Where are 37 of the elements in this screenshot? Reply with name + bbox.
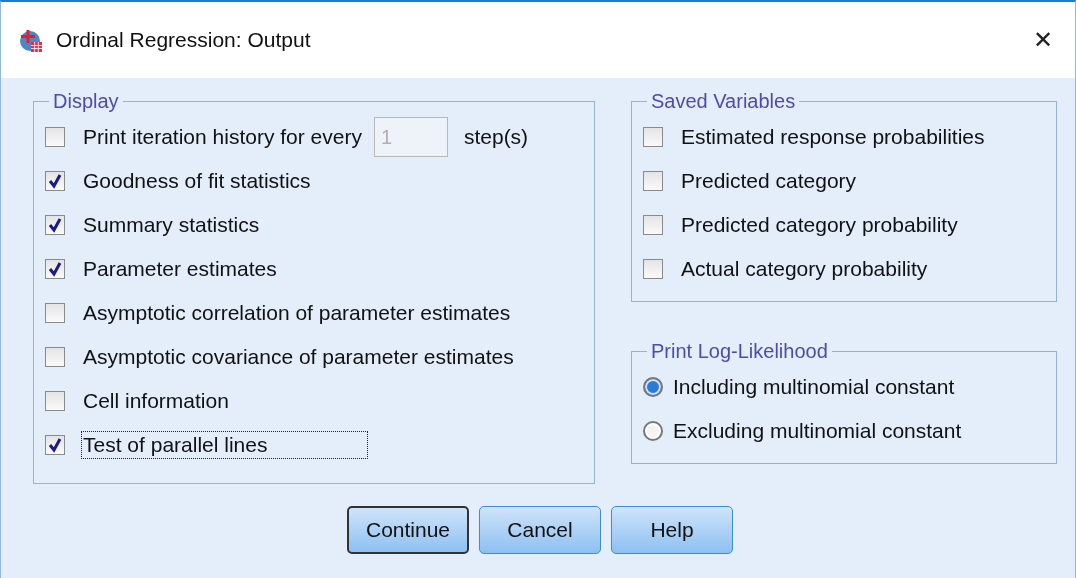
- window-title: Ordinal Regression: Output: [56, 28, 312, 52]
- checkbox[interactable]: [45, 259, 65, 279]
- checkbox[interactable]: [643, 215, 663, 235]
- group-title: Print Log-Likelihood: [650, 340, 829, 363]
- option-label: Estimated response probabilities: [680, 124, 986, 150]
- group-title: Display: [52, 90, 120, 113]
- dialog-button[interactable]: Help: [611, 506, 733, 554]
- checkbox[interactable]: [45, 347, 65, 367]
- option-label: Parameter estimates: [82, 256, 278, 282]
- checkbox[interactable]: [643, 171, 663, 191]
- option-label: Goodness of fit statistics: [82, 168, 312, 194]
- group-title: Saved Variables: [650, 90, 797, 113]
- app-icon: [18, 27, 44, 53]
- option-label: Asymptotic covariance of parameter estimates: [82, 344, 515, 370]
- option-label: Predicted category: [680, 168, 858, 194]
- option-label: Asymptotic correlation of parameter estimates: [82, 300, 512, 326]
- option-label: Including multinomial constant: [672, 374, 956, 400]
- checkbox[interactable]: [643, 127, 663, 147]
- option-label: Cell information: [82, 388, 230, 414]
- checkbox[interactable]: [643, 259, 663, 279]
- option-label: Test of parallel lines: [81, 431, 369, 459]
- radio-button[interactable]: [643, 421, 663, 441]
- radio-button[interactable]: [643, 377, 663, 397]
- option-label: Actual category probability: [680, 256, 929, 282]
- dialog-button[interactable]: Cancel: [479, 506, 601, 554]
- checkbox[interactable]: [45, 171, 65, 191]
- unit-label: step(s): [462, 124, 530, 150]
- option-label: Print iteration history for every: [82, 124, 363, 150]
- option-label: Predicted category probability: [680, 212, 959, 238]
- option-label: Summary statistics: [82, 212, 261, 238]
- checkbox[interactable]: [45, 215, 65, 235]
- close-button[interactable]: ✕: [1029, 26, 1057, 54]
- checkbox[interactable]: [45, 303, 65, 323]
- checkbox[interactable]: [45, 391, 65, 411]
- dialog-button[interactable]: Continue: [347, 506, 469, 554]
- checkbox[interactable]: [45, 435, 65, 455]
- option-label: Excluding multinomial constant: [672, 418, 963, 444]
